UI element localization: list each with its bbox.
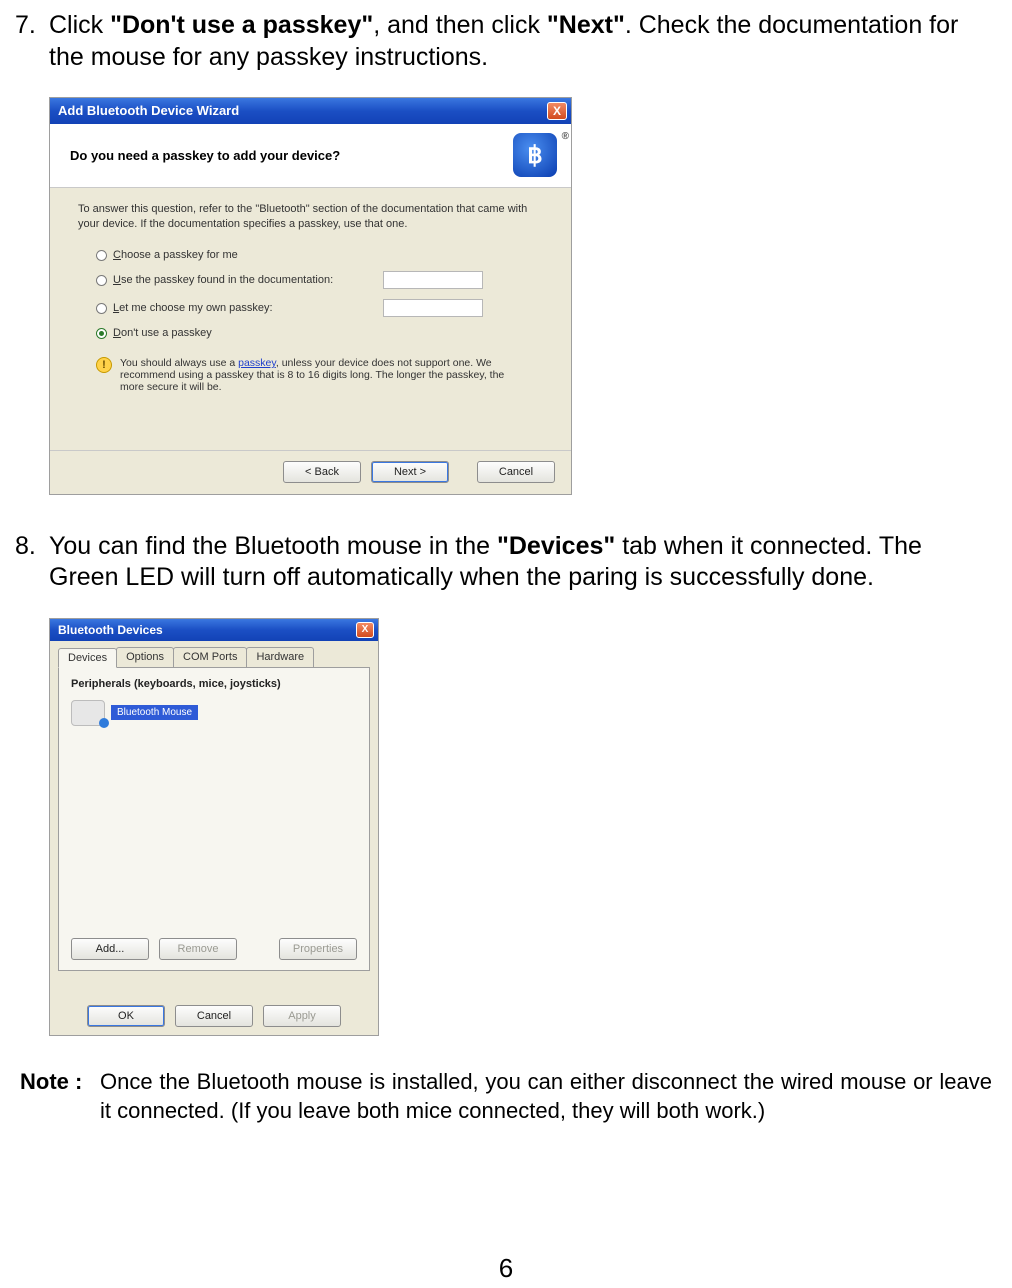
devices-pane: Peripherals (keyboards, mice, joysticks)… (58, 667, 370, 971)
mouse-icon (71, 700, 105, 726)
note-label: Note : (20, 1069, 82, 1094)
next-button[interactable]: Next > (371, 461, 449, 483)
devices-titlebar: Bluetooth Devices X (50, 619, 378, 641)
apply-button[interactable]: Apply (263, 1005, 341, 1027)
close-icon[interactable]: X (547, 102, 567, 120)
properties-button[interactable]: Properties (279, 938, 357, 960)
step-7-bold2: "Next" (547, 11, 625, 39)
step-7-text: 7. Click "Don't use a passkey", and then… (15, 10, 997, 73)
info-note: ! You should always use a passkey, unles… (78, 349, 543, 393)
radio-icon (96, 250, 107, 261)
devices-title: Bluetooth Devices (58, 623, 163, 637)
wizard-title: Add Bluetooth Device Wizard (58, 103, 239, 118)
step-8-number: 8. (15, 532, 36, 560)
category-label: Peripherals (keyboards, mice, joysticks) (71, 678, 357, 690)
wizard-body: To answer this question, refer to the "B… (50, 188, 571, 394)
ok-button[interactable]: OK (87, 1005, 165, 1027)
radio-icon (96, 328, 107, 339)
bluetooth-icon: ฿ (513, 133, 557, 177)
note-body: Once the Bluetooth mouse is installed, y… (100, 1069, 992, 1123)
tab-strip: Devices Options COM Ports Hardware (50, 641, 378, 667)
wizard-heading: Do you need a passkey to add your device… (70, 148, 340, 163)
step-7-bold1: "Don't use a passkey" (110, 11, 373, 39)
tab-options[interactable]: Options (116, 647, 174, 667)
step-7-pre: Click (49, 11, 110, 39)
step-8-text: 8. You can find the Bluetooth mouse in t… (15, 531, 997, 594)
cancel-button[interactable]: Cancel (477, 461, 555, 483)
option-choose-for-me[interactable]: Choose a passkey for me (96, 249, 543, 261)
close-icon[interactable]: X (356, 622, 374, 638)
option-own-passkey[interactable]: Let me choose my own passkey: (96, 299, 543, 317)
step-8-bold1: "Devices" (497, 532, 615, 560)
devices-footer: OK Cancel Apply (50, 1005, 378, 1027)
tab-com-ports[interactable]: COM Ports (173, 647, 247, 667)
step-8-pre: You can find the Bluetooth mouse in the (49, 532, 497, 560)
passkey-options: Choose a passkey for me Use the passkey … (78, 249, 543, 339)
device-label: Bluetooth Mouse (111, 705, 198, 720)
wizard-dialog: Add Bluetooth Device Wizard X Do you nee… (49, 97, 572, 495)
tab-devices[interactable]: Devices (58, 648, 117, 668)
back-button[interactable]: < Back (283, 461, 361, 483)
remove-button[interactable]: Remove (159, 938, 237, 960)
device-item[interactable]: Bluetooth Mouse (71, 700, 357, 726)
step-7-number: 7. (15, 11, 36, 39)
wizard-buttons: < Back Next > Cancel (50, 450, 571, 494)
passkey-doc-input[interactable] (383, 271, 483, 289)
add-button[interactable]: Add... (71, 938, 149, 960)
wizard-titlebar: Add Bluetooth Device Wizard X (50, 98, 571, 124)
wizard-instructions: To answer this question, refer to the "B… (78, 202, 543, 232)
step-7-mid: , and then click (373, 11, 547, 39)
radio-icon (96, 303, 107, 314)
warning-icon: ! (96, 357, 112, 373)
radio-icon (96, 275, 107, 286)
wizard-header: Do you need a passkey to add your device… (50, 124, 571, 188)
option-no-passkey[interactable]: Don't use a passkey (96, 327, 543, 339)
passkey-own-input[interactable] (383, 299, 483, 317)
page-number: 6 (0, 1253, 1012, 1284)
passkey-link[interactable]: passkey (238, 357, 276, 369)
tab-hardware[interactable]: Hardware (246, 647, 314, 667)
devices-dialog: Bluetooth Devices X Devices Options COM … (49, 618, 379, 1036)
note-text: Note : Once the Bluetooth mouse is insta… (15, 1068, 997, 1126)
option-from-documentation[interactable]: Use the passkey found in the documentati… (96, 271, 543, 289)
cancel-button[interactable]: Cancel (175, 1005, 253, 1027)
